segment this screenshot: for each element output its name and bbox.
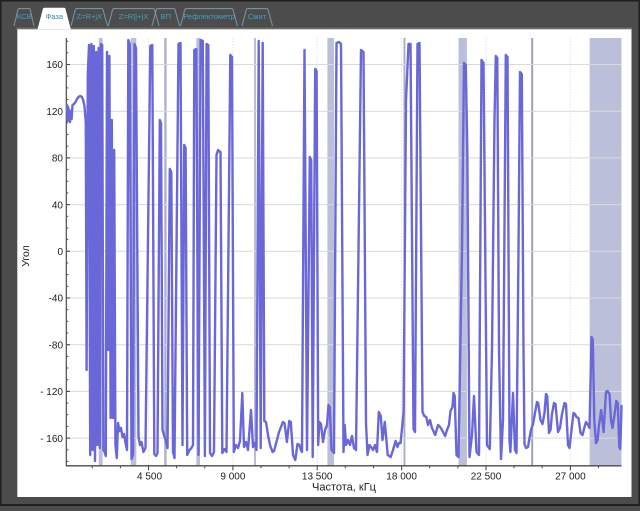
svg-text:160: 160 [46, 60, 63, 71]
svg-text:40: 40 [52, 200, 64, 211]
svg-text:Z=R||+jX: Z=R||+jX [119, 12, 149, 21]
svg-text:Смит: Смит [248, 12, 267, 21]
svg-text:-80: -80 [49, 340, 64, 351]
svg-text:80: 80 [52, 154, 64, 165]
svg-text:Угол: Угол [20, 245, 32, 267]
svg-text:ВП: ВП [161, 12, 172, 21]
svg-text:0: 0 [57, 247, 63, 258]
svg-text:- 120: - 120 [40, 387, 63, 398]
svg-text:Частота, кГц: Частота, кГц [312, 482, 377, 494]
svg-text:Фаза: Фаза [45, 12, 63, 21]
svg-text:-40: -40 [49, 294, 64, 305]
svg-text:КСВ: КСВ [17, 12, 32, 21]
svg-text:Z=R+jX: Z=R+jX [76, 12, 102, 21]
svg-text:18 000: 18 000 [386, 472, 417, 483]
svg-text:22 500: 22 500 [471, 472, 502, 483]
svg-text:9 000: 9 000 [220, 472, 245, 483]
svg-text:27 000: 27 000 [555, 472, 586, 483]
svg-text:120: 120 [46, 107, 63, 118]
svg-text:4 500: 4 500 [137, 472, 162, 483]
svg-text:Рефлектометр: Рефлектометр [183, 12, 235, 21]
svg-text:- 160: - 160 [40, 434, 63, 445]
